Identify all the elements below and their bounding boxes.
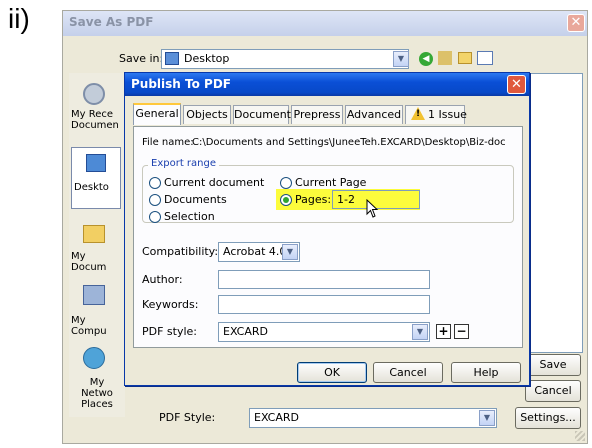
general-tab-panel: File name: C:\Documents and Settings\Jun…: [133, 126, 523, 348]
desktop-icon: [165, 52, 179, 65]
recent-documents-icon: [83, 83, 105, 105]
tab-prepress[interactable]: Prepress: [291, 105, 343, 124]
save-in-select[interactable]: Desktop: [161, 49, 409, 69]
save-dialog-close-button[interactable]: ✕: [567, 14, 585, 32]
documents-label: Documents: [164, 193, 227, 206]
save-dialog-title: Save As PDF: [69, 15, 154, 29]
publish-title: Publish To PDF: [131, 77, 231, 91]
pdf-style-select-back[interactable]: EXCARD: [249, 408, 497, 428]
keywords-label: Keywords:: [142, 298, 199, 311]
pdf-style-dropdown-button[interactable]: ▼: [412, 324, 428, 340]
place-my-network-places[interactable]: My Netwo Places: [71, 345, 121, 410]
pdf-style-label-back: PDF Style:: [159, 411, 216, 424]
views-menu-icon[interactable]: [477, 51, 493, 65]
save-in-value: Desktop: [184, 52, 230, 65]
save-in-label: Save in:: [119, 52, 164, 65]
keywords-input[interactable]: [218, 295, 430, 314]
my-documents-icon: [83, 225, 105, 243]
tab-general[interactable]: General: [133, 103, 181, 125]
compatibility-value: Acrobat 4.0: [223, 245, 287, 258]
cancel-button[interactable]: Cancel: [373, 362, 443, 383]
tab-strip: General Objects Document Prepress Advanc…: [133, 103, 525, 127]
place-label: My Docum: [71, 251, 107, 273]
pdf-style-label: PDF style:: [142, 325, 198, 338]
my-computer-icon: [83, 285, 105, 305]
compatibility-label: Compatibility:: [142, 245, 219, 258]
mouse-pointer-icon: [366, 199, 379, 218]
network-places-icon: [83, 347, 105, 369]
publish-titlebar[interactable]: Publish To PDF ✕: [125, 73, 529, 96]
add-pdf-style-button[interactable]: +: [436, 324, 451, 339]
place-my-computer[interactable]: My Compu: [71, 283, 121, 337]
pages-value: 1-2: [337, 193, 355, 206]
publish-to-pdf-dialog: Publish To PDF ✕ General Objects Documen…: [124, 72, 530, 386]
file-name-value: C:\Documents and Settings\JuneeTeh.EXCAR…: [192, 137, 506, 148]
current-document-label: Current document: [164, 176, 265, 189]
place-label: My Compu: [71, 315, 107, 337]
help-button[interactable]: Help: [451, 362, 521, 383]
pages-label: Pages:: [295, 193, 332, 206]
current-page-label: Current Page: [295, 176, 367, 189]
export-range-legend: Export range: [148, 158, 219, 169]
pdf-style-value-back: EXCARD: [254, 411, 300, 424]
radio-selection[interactable]: [149, 211, 161, 223]
save-button[interactable]: Save: [525, 354, 581, 376]
pdf-style-select[interactable]: EXCARD: [218, 322, 430, 342]
settings-button[interactable]: Settings...: [515, 407, 581, 429]
tab-document[interactable]: Document: [233, 105, 291, 124]
warning-exclamation: !: [416, 109, 421, 119]
publish-close-button[interactable]: ✕: [507, 75, 526, 94]
place-my-documents[interactable]: My Docum: [71, 221, 121, 273]
radio-pages[interactable]: [280, 194, 292, 206]
place-label: Deskto: [74, 182, 109, 193]
tab-objects[interactable]: Objects: [183, 105, 231, 124]
pdf-style-value: EXCARD: [223, 325, 269, 338]
file-name-label: File name:: [142, 137, 194, 148]
back-icon[interactable]: ◀: [419, 52, 433, 66]
author-label: Author:: [142, 273, 183, 286]
tab-advanced[interactable]: Advanced: [345, 105, 403, 124]
cancel-button-back[interactable]: Cancel: [525, 380, 581, 402]
figure-label: ii): [8, 3, 30, 34]
place-label: My Rece Documen: [71, 109, 119, 131]
radio-current-page[interactable]: [280, 177, 292, 189]
selection-label: Selection: [164, 210, 215, 223]
author-input[interactable]: [218, 270, 430, 289]
place-label: My Netwo Places: [81, 377, 113, 410]
place-my-recent-documents[interactable]: My Rece Documen: [71, 77, 121, 135]
new-folder-icon[interactable]: [458, 52, 472, 64]
place-desktop[interactable]: Deskto: [71, 147, 121, 209]
save-dialog-titlebar[interactable]: Save As PDF ✕: [63, 11, 587, 36]
tab-issues-label: 1 Issue: [428, 108, 467, 121]
ok-button[interactable]: OK: [297, 362, 367, 383]
compatibility-dropdown-button[interactable]: ▼: [282, 244, 298, 260]
remove-pdf-style-button[interactable]: −: [454, 324, 469, 339]
resize-grip[interactable]: [575, 431, 585, 441]
save-in-dropdown-button[interactable]: ▼: [393, 51, 409, 67]
up-folder-icon[interactable]: [438, 51, 452, 65]
pdf-style-dropdown-back[interactable]: ▼: [479, 410, 495, 426]
desktop-place-icon: [86, 154, 106, 172]
radio-current-document[interactable]: [149, 177, 161, 189]
radio-documents[interactable]: [149, 194, 161, 206]
